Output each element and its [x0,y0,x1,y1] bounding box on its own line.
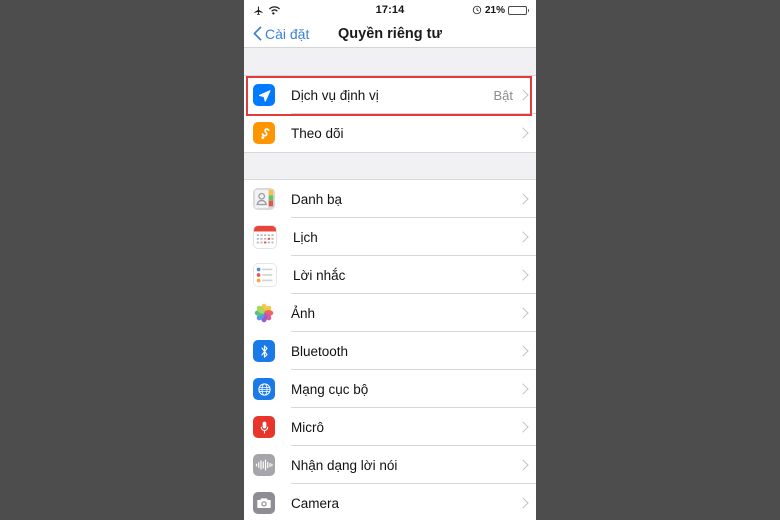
chevron-right-icon [517,497,529,509]
list-item-label: Lời nhắc [293,267,346,283]
list-item-label: Micrô [291,419,324,435]
chevron-right-icon [517,269,529,281]
list-item-photos[interactable]: Ảnh [244,294,536,332]
reminders-icon [253,263,277,287]
battery-percent: 21% [484,4,505,16]
tracking-icon [253,122,275,144]
camera-icon [253,492,275,514]
list-item-label: Camera [291,495,340,511]
chevron-right-icon [517,383,529,395]
chevron-right-icon [517,345,529,357]
chevron-right-icon [517,307,529,319]
chevron-right-icon [517,231,529,243]
list-item-label: Ảnh [291,305,316,321]
list-item-label: Bluetooth [291,343,349,359]
status-bar: 17:14 21% [244,0,536,20]
list-item-label: Lịch [293,229,318,245]
list-item-calendar[interactable]: Lịch [244,218,536,256]
list-item-location-services[interactable]: Dịch vụ định vị Bật [244,76,536,114]
battery-icon [508,5,529,15]
phone-screen: 17:14 21% Cài đặt Quyền riêng tư Dịch vụ… [244,0,536,520]
list-item-speech-recognition[interactable]: Nhận dạng lời nói [244,446,536,484]
local-network-icon [253,378,275,400]
microphone-icon [253,416,275,438]
back-button[interactable]: Cài đặt [253,26,309,42]
chevron-right-icon [517,127,529,139]
list-item-label: Danh bạ [291,191,343,207]
list-item-value: Bật [493,87,513,103]
bluetooth-icon [253,340,275,362]
list-item-local-network[interactable]: Mạng cục bộ [244,370,536,408]
chevron-right-icon [517,89,529,101]
list-item-label: Mạng cục bộ [291,381,369,397]
list-item-contacts[interactable]: Danh bạ [244,180,536,218]
navigation-bar: Cài đặt Quyền riêng tư [244,20,536,48]
chevron-left-icon [253,26,262,41]
list-item-bluetooth[interactable]: Bluetooth [244,332,536,370]
chevron-right-icon [517,193,529,205]
section-privacy-apps: Danh bạ Lịch Lời nhắc Ảnh Bluetooth Mạng… [244,180,536,520]
contacts-icon [253,188,275,210]
list-item-label: Dịch vụ định vị [291,87,379,103]
alarm-icon [472,5,482,15]
list-item-tracking[interactable]: Theo dõi [244,114,536,152]
chevron-right-icon [517,459,529,471]
list-item-label: Nhận dạng lời nói [291,457,398,473]
list-item-camera[interactable]: Camera [244,484,536,520]
section-gap-top [244,48,536,76]
section-privacy-primary: Dịch vụ định vị Bật Theo dõi [244,76,536,152]
speech-recognition-icon [253,454,275,476]
back-button-label: Cài đặt [265,25,310,42]
list-item-reminders[interactable]: Lời nhắc [244,256,536,294]
section-gap-mid [244,152,536,180]
status-bar-right: 21% [472,4,529,16]
list-item-microphone[interactable]: Micrô [244,408,536,446]
location-arrow-icon [253,84,275,106]
photos-icon [253,302,275,324]
chevron-right-icon [517,421,529,433]
calendar-icon [253,225,277,249]
list-item-label: Theo dõi [291,125,344,141]
